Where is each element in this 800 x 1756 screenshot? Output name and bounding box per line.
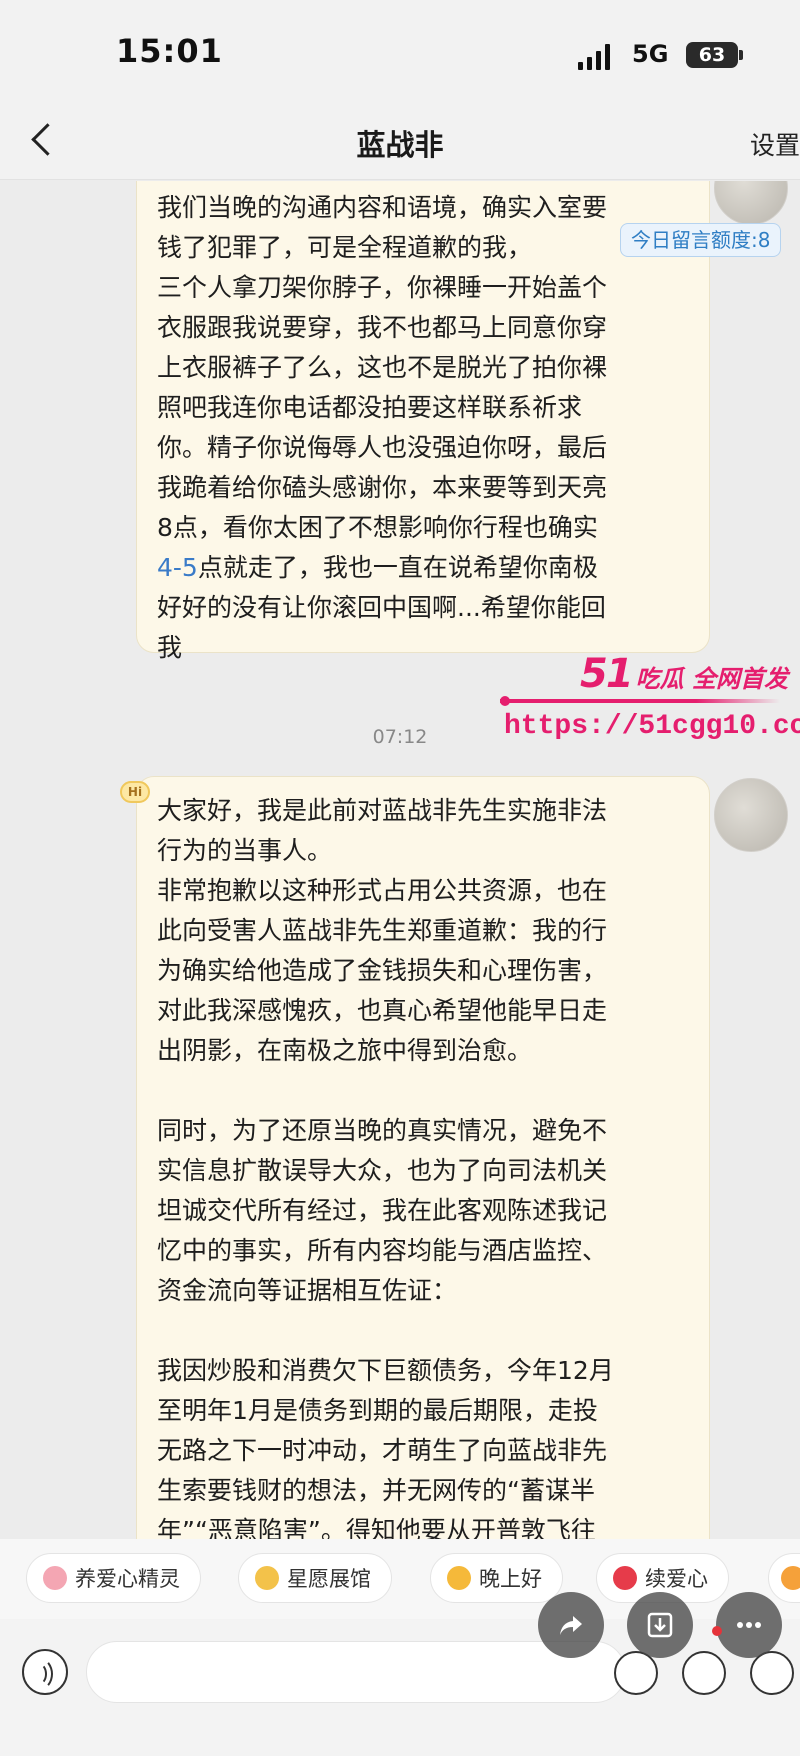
emoji-icon[interactable] <box>614 1651 658 1695</box>
message-line: 你。精子你说侮辱人也没强迫你呀，最后 <box>157 433 608 462</box>
watermark-slogan: 吃瓜 全网首发 <box>635 665 789 693</box>
message-line: 无路之下一时冲动，才萌生了向蓝战非先 <box>157 1436 608 1465</box>
orange-icon <box>781 1566 800 1590</box>
watermark-line <box>500 696 780 706</box>
message-quota-badge: 今日留言额度:8 <box>620 223 782 257</box>
message-line: 照吧我连你电话都没拍要这样联系祈求 <box>157 393 583 422</box>
download-icon <box>647 1612 673 1638</box>
chip-label: 续爱心 <box>645 1567 708 1591</box>
star-museum-icon <box>255 1566 279 1590</box>
avatar[interactable] <box>714 181 788 225</box>
chip-label: 星愿展馆 <box>287 1567 371 1591</box>
star-face-icon[interactable] <box>682 1651 726 1695</box>
message-text: 大家好，我是此前对蓝战非先生实施非法 行为的当事人。非常抱歉以这种形式占用公共资源… <box>157 791 693 1539</box>
message-line: 此向受害人蓝战非先生郑重道歉：我的行 <box>157 916 608 945</box>
avatar[interactable] <box>714 778 788 852</box>
hi-badge: Hi <box>120 781 150 803</box>
download-button[interactable] <box>627 1592 693 1658</box>
message-line: 同时，为了还原当晚的真实情况，避免不 <box>157 1116 608 1145</box>
message-line: 为确实给他造成了金钱损失和心理伤害， <box>157 956 608 985</box>
plus-icon[interactable] <box>750 1651 794 1695</box>
message-line: 至明年1月是债务到期的最后期限，走投 <box>157 1396 598 1425</box>
nav-bar: 蓝战非 设置 <box>0 100 800 180</box>
message-line: 我跪着给你磕头感谢你，本来要等到天亮 <box>157 473 608 502</box>
more-icon <box>737 1622 761 1628</box>
more-button[interactable] <box>716 1592 782 1658</box>
message-line: 三个人拿刀架你脖子，你裸睡一开始盖个 <box>157 273 608 302</box>
message-line: 行为的当事人。 <box>157 836 333 865</box>
heart-icon <box>613 1566 637 1590</box>
page-title: 蓝战非 <box>356 128 444 162</box>
message-line: 生索要钱财的想法，并无网传的“蓄谋半 <box>157 1476 595 1505</box>
message-line: 我因炒股和消费欠下巨额债务，今年12月 <box>157 1356 614 1385</box>
message-timestamp: 07:12 <box>372 726 428 748</box>
chip-heart-sprite[interactable]: 养爱心精灵 <box>26 1553 201 1603</box>
message-line: 资金流向等证据相互佐证： <box>157 1276 458 1305</box>
network-type: 5G <box>632 40 669 68</box>
voice-icon[interactable] <box>22 1649 68 1695</box>
message-text: 我们当晚的沟通内容和语境，确实入室要 钱了犯罪了，可是全程道歉的我， 三个人拿刀架你… <box>157 188 693 668</box>
message-line: 我们当晚的沟通内容和语境，确实入室要 <box>157 193 608 222</box>
heart-sprite-icon <box>43 1566 67 1590</box>
message-line <box>157 1311 693 1351</box>
message-line: 衣服跟我说要穿，我不也都马上同意你穿 <box>157 313 608 342</box>
message-line: 钱了犯罪了，可是全程道歉的我， <box>157 233 533 262</box>
message-line: 年”“恶意陷害”。得知他要从开普敦飞往 <box>157 1516 596 1539</box>
share-icon <box>560 1616 582 1635</box>
battery-icon: 63 <box>686 42 743 68</box>
message-line: 4-5点就走了，我也一直在说希望你南极 <box>157 553 598 582</box>
message-line: 好好的没有让你滚回中国啊...希望你能回 <box>157 593 606 622</box>
message-bubble[interactable]: 大家好，我是此前对蓝战非先生实施非法 行为的当事人。非常抱歉以这种形式占用公共资源… <box>136 776 710 1539</box>
watermark-number: 51 <box>580 651 634 697</box>
chip-label: 养爱心精灵 <box>75 1567 180 1591</box>
message-input[interactable] <box>86 1641 626 1703</box>
sun-face-icon <box>447 1566 471 1590</box>
message-line: 忆中的事实，所有内容均能与酒店监控、 <box>157 1236 608 1265</box>
message-line: 对此我深感愧疚，也真心希望他能早日走 <box>157 996 608 1025</box>
message-line: 坦诚交代所有经过，我在此客观陈述我记 <box>157 1196 608 1225</box>
status-time: 15:01 <box>116 32 223 70</box>
watermark-brand: 51 吃瓜 全网首发 <box>580 651 788 701</box>
share-button[interactable] <box>538 1592 604 1658</box>
message-line: 上衣服裤子了么，这也不是脱光了拍你裸 <box>157 353 608 382</box>
chip-more[interactable] <box>768 1553 800 1603</box>
chip-star-museum[interactable]: 星愿展馆 <box>238 1553 392 1603</box>
chip-label: 晚上好 <box>479 1567 542 1591</box>
signal-icon <box>578 44 612 70</box>
message-line: 实信息扩散误导大众，也为了向司法机关 <box>157 1156 608 1185</box>
watermark: 51 吃瓜 全网首发 https://51cgg10.com <box>490 651 800 771</box>
chip-good-evening[interactable]: 晚上好 <box>430 1553 563 1603</box>
message-line: 大家好，我是此前对蓝战非先生实施非法 <box>157 796 608 825</box>
notification-dot <box>712 1626 722 1636</box>
status-bar: 15:01 5G 63 <box>0 0 800 100</box>
settings-button[interactable]: 设置 <box>750 126 800 162</box>
message-line: 出阴影，在南极之旅中得到治愈。 <box>157 1036 533 1065</box>
message-line: 非常抱歉以这种形式占用公共资源，也在 <box>157 876 608 905</box>
message-line: 8点，看你太困了不想影响你行程也确实 <box>157 513 598 542</box>
message-line <box>157 1071 693 1111</box>
chat-area[interactable]: 我们当晚的沟通内容和语境，确实入室要 钱了犯罪了，可是全程道歉的我， 三个人拿刀架你… <box>0 181 800 1539</box>
